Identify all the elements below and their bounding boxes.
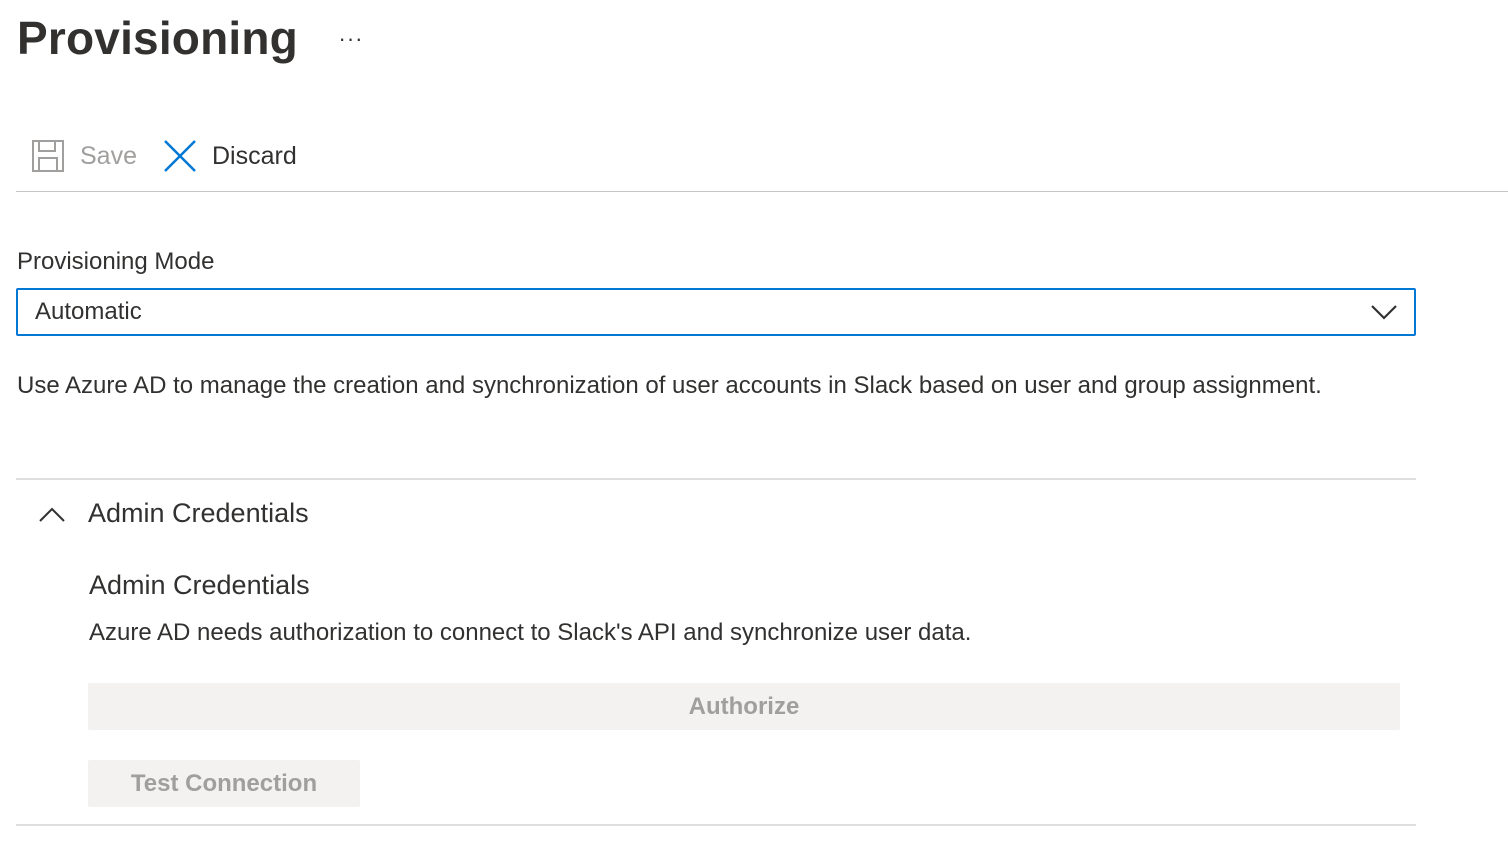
- section-divider-top: [16, 478, 1416, 480]
- provisioning-page: Provisioning ··· Save Discard Provisioni…: [0, 0, 1508, 862]
- provisioning-mode-description: Use Azure AD to manage the creation and …: [17, 372, 1322, 399]
- ellipsis-icon: ···: [338, 26, 364, 51]
- close-icon: [162, 138, 198, 174]
- admin-credentials-heading: Admin Credentials: [89, 570, 310, 600]
- discard-label: Discard: [212, 141, 297, 170]
- provisioning-mode-label: Provisioning Mode: [17, 248, 215, 275]
- admin-credentials-section-toggle[interactable]: Admin Credentials: [16, 488, 1416, 544]
- chevron-up-icon: [38, 504, 66, 526]
- save-icon: [30, 138, 66, 174]
- command-bar: Save Discard: [16, 128, 1508, 192]
- section-title: Admin Credentials: [88, 498, 309, 528]
- page-title: Provisioning: [17, 12, 298, 64]
- authorize-button[interactable]: Authorize: [88, 683, 1400, 730]
- save-button[interactable]: Save: [30, 136, 137, 176]
- dropdown-selected-value: Automatic: [35, 298, 142, 325]
- discard-button[interactable]: Discard: [162, 136, 297, 176]
- provisioning-mode-dropdown[interactable]: Automatic: [16, 288, 1416, 336]
- test-connection-button[interactable]: Test Connection: [88, 760, 360, 807]
- section-divider-bottom: [16, 824, 1416, 826]
- more-options-button[interactable]: ···: [334, 22, 368, 56]
- chevron-down-icon: [1370, 300, 1398, 324]
- admin-credentials-description: Azure AD needs authorization to connect …: [89, 619, 972, 646]
- save-label: Save: [80, 141, 137, 170]
